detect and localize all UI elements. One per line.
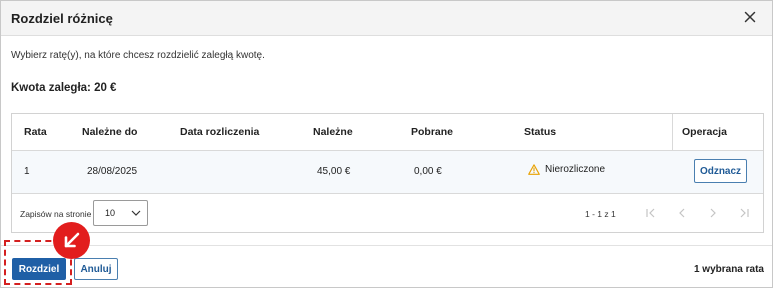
cell-rata: 1 xyxy=(24,166,30,177)
selected-count: 1 wybrana rata xyxy=(693,264,764,275)
column-header-due-date: Należne do xyxy=(82,126,138,138)
arrow-down-left-icon xyxy=(64,232,80,248)
installments-table: Rata Należne do Data rozliczenia Należne… xyxy=(11,113,764,233)
cell-due-date: 28/08/2025 xyxy=(87,166,138,177)
rows-per-page-select[interactable]: 10 xyxy=(93,200,148,226)
column-header-due-amount: Należne xyxy=(313,126,353,138)
cell-collected: 0,00 € xyxy=(414,166,442,177)
column-header-action: Operacja xyxy=(682,126,727,138)
cell-due-amount: 45,00 € xyxy=(317,166,351,177)
column-header-settlement-date: Data rozliczenia xyxy=(180,126,260,138)
cancel-button[interactable]: Anuluj xyxy=(74,258,118,280)
pagination-bar: Zapisów na stronie 10 1 - 1 z 1 xyxy=(12,195,763,233)
last-page-icon[interactable] xyxy=(738,207,750,219)
first-page-icon[interactable] xyxy=(645,207,657,219)
close-icon[interactable] xyxy=(742,9,758,25)
split-difference-dialog: Rozdziel różnicę Wybierz ratę(y), na któ… xyxy=(0,0,773,288)
dialog-instructions: Wybierz ratę(y), na które chcesz rozdzie… xyxy=(11,50,265,61)
outstanding-amount: Kwota zaległa: 20 € xyxy=(11,82,117,94)
pointer-badge xyxy=(53,222,90,259)
dialog-title: Rozdziel różnicę xyxy=(11,11,113,26)
deselect-button[interactable]: Odznacz xyxy=(694,159,747,183)
rows-per-page-label: Zapisów na stronie xyxy=(20,209,92,219)
next-page-icon[interactable] xyxy=(707,207,719,219)
warning-icon xyxy=(528,164,540,175)
column-header-rata: Rata xyxy=(24,126,47,138)
rows-per-page-value: 10 xyxy=(105,208,116,218)
status-badge: Nierozliczone xyxy=(528,164,605,175)
column-header-collected: Pobrane xyxy=(411,126,454,138)
chevron-down-icon xyxy=(131,210,141,216)
status-text: Nierozliczone xyxy=(545,164,606,175)
dialog-header: Rozdziel różnicę xyxy=(1,1,772,36)
previous-page-icon[interactable] xyxy=(676,207,688,219)
pagination-range: 1 - 1 z 1 xyxy=(585,209,616,219)
table-row[interactable]: 1 28/08/2025 45,00 € 0,00 € Nierozliczon… xyxy=(12,151,763,194)
column-header-status: Status xyxy=(524,126,557,138)
table-header: Rata Należne do Data rozliczenia Należne… xyxy=(12,114,763,151)
footer-divider xyxy=(1,245,772,246)
